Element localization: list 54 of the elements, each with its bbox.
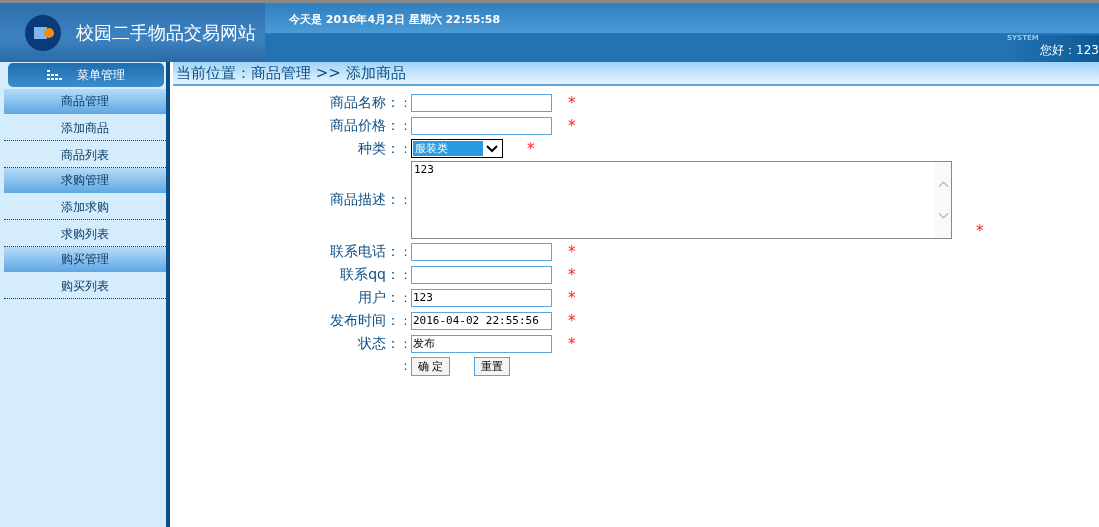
input-field[interactable] bbox=[411, 242, 552, 261]
menu-link[interactable]: 购买列表 bbox=[4, 272, 166, 299]
menu-title: 菜单管理 bbox=[77, 66, 125, 84]
scroll-down-icon[interactable] bbox=[937, 212, 949, 220]
required-mark: * bbox=[568, 116, 576, 135]
reset-button[interactable]: 重置 bbox=[474, 356, 511, 376]
input-field[interactable]: 发布 bbox=[411, 334, 552, 353]
input-field[interactable] bbox=[411, 265, 552, 284]
colon-text: : bbox=[402, 141, 409, 156]
input-field[interactable]: 2016-04-02 22:55:56 bbox=[411, 311, 552, 330]
field-label: 联系qq： bbox=[339, 265, 400, 284]
field-label: 状态： bbox=[357, 334, 400, 353]
colon-text: : bbox=[402, 267, 409, 282]
site-title: 校园二手物品交易网站 bbox=[76, 20, 256, 45]
colon-text: : bbox=[402, 193, 409, 207]
field-label: 商品描述： bbox=[329, 191, 400, 209]
required-mark: * bbox=[568, 311, 576, 330]
input-field[interactable] bbox=[411, 93, 552, 112]
field-label: 商品价格： bbox=[329, 116, 400, 135]
required-mark: * bbox=[568, 288, 576, 307]
menu-link[interactable]: 添加商品 bbox=[4, 114, 166, 141]
caret-icon bbox=[486, 144, 498, 153]
colon-text: : bbox=[402, 336, 409, 351]
grid-icon bbox=[47, 70, 63, 80]
required-mark: * bbox=[527, 139, 535, 158]
scroll-up-icon[interactable] bbox=[937, 180, 949, 188]
logo-icon bbox=[24, 13, 62, 52]
menu-group-header[interactable]: 购买管理 bbox=[4, 247, 166, 272]
colon-text: : bbox=[402, 313, 409, 328]
field-label: 联系电话： bbox=[329, 242, 400, 261]
menu-group-header[interactable]: 求购管理 bbox=[4, 168, 166, 193]
menu-link[interactable]: 添加求购 bbox=[4, 193, 166, 220]
field-label: 种类： bbox=[357, 139, 400, 158]
input-field[interactable] bbox=[411, 116, 552, 135]
required-mark: * bbox=[568, 265, 576, 284]
required-mark: * bbox=[568, 93, 576, 112]
menu-group-header[interactable]: 商品管理 bbox=[4, 89, 166, 114]
required-mark: * bbox=[568, 334, 576, 353]
date-text: 今天是 2016年4月2日 星期六 22:55:58 bbox=[289, 13, 501, 26]
submit-button[interactable]: 确 定 bbox=[411, 356, 451, 376]
required-mark: * bbox=[976, 222, 984, 240]
colon-text: : bbox=[402, 244, 409, 259]
description-field[interactable]: 123 bbox=[411, 161, 952, 239]
field-label: 用户： bbox=[357, 288, 400, 307]
colon-text: : bbox=[402, 95, 409, 110]
required-mark: * bbox=[568, 242, 576, 261]
field-label: 商品名称： bbox=[329, 93, 400, 112]
colon-text: : bbox=[402, 359, 409, 373]
colon-text: : bbox=[402, 290, 409, 305]
greeting-text: 您好：123 bbox=[1040, 42, 1099, 59]
field-label: 发布时间： bbox=[329, 311, 400, 330]
input-field[interactable]: 123 bbox=[411, 288, 552, 307]
colon-text: : bbox=[402, 118, 409, 133]
breadcrumb: 当前位置：商品管理 >> 添加商品 bbox=[176, 63, 406, 83]
